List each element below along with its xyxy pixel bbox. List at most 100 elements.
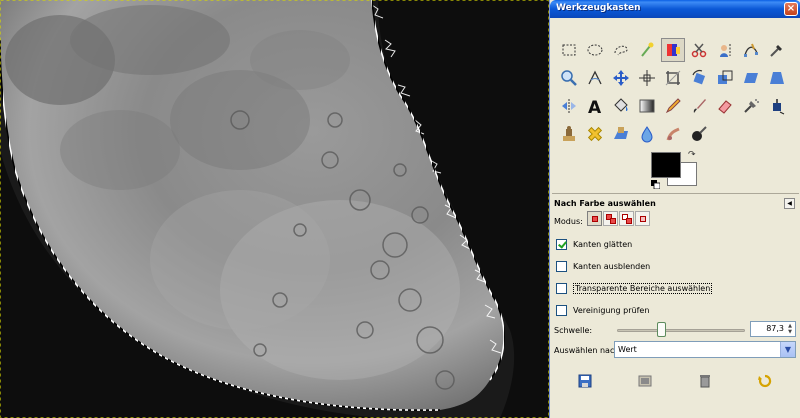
rotate-icon [692, 69, 706, 85]
options-menu-button[interactable]: ◀ [784, 198, 795, 209]
bucket-fill-icon [614, 98, 628, 112]
select-by-dropdown[interactable]: Wert ▼ [614, 341, 796, 358]
checkbox-row[interactable]: Vereinigung prüfen [556, 303, 649, 317]
eraser-icon [718, 100, 732, 114]
smudge-icon [666, 127, 680, 141]
tool-button-airbrush[interactable] [739, 94, 763, 118]
measure-icon [588, 70, 602, 85]
checkbox-row[interactable]: Kanten ausblenden [556, 259, 650, 273]
text-icon: A [588, 98, 602, 115]
svg-text:A: A [588, 98, 602, 115]
mode-subtract-button[interactable] [619, 211, 634, 226]
flip-icon [562, 99, 576, 113]
checkbox[interactable] [556, 260, 567, 272]
move-icon [613, 70, 629, 86]
tool-options-panel: Nach Farbe auswählen ◀ Modus: Kanten glä… [550, 193, 800, 418]
checkbox-label: Kanten glätten [573, 239, 633, 249]
delete-options-icon[interactable] [697, 373, 713, 389]
select-by-color-icon [667, 44, 680, 56]
checkbox-row[interactable]: Transparente Bereiche auswählen [556, 281, 713, 295]
mode-replace-button[interactable] [587, 211, 602, 226]
tool-button-shear[interactable] [739, 66, 763, 90]
options-bottom-bar [550, 365, 800, 418]
chevron-down-icon[interactable]: ▼ [780, 342, 795, 357]
tool-button-rect-select[interactable] [557, 38, 581, 62]
swap-colors-icon[interactable]: ↷ [688, 150, 698, 160]
align-icon [639, 70, 655, 86]
tool-button-dodge-burn[interactable] [687, 122, 711, 146]
foreground-select-icon [720, 44, 731, 57]
tool-button-rotate[interactable] [687, 66, 711, 90]
tool-button-bucket-fill[interactable] [609, 94, 633, 118]
tool-button-measure[interactable] [583, 66, 607, 90]
tool-button-free-select[interactable] [609, 38, 633, 62]
tool-button-foreground-select[interactable] [713, 38, 737, 62]
foreground-color-swatch[interactable] [651, 152, 681, 178]
threshold-label: Schwelle: [554, 326, 593, 335]
checkbox[interactable] [556, 304, 567, 316]
color-picker-icon [770, 45, 782, 57]
tool-button-crop[interactable] [661, 66, 685, 90]
tool-button-paintbrush[interactable] [687, 94, 711, 118]
tools-grid: A [557, 38, 793, 148]
tool-button-ellipse-select[interactable] [583, 38, 607, 62]
tool-button-text[interactable]: A [583, 94, 607, 118]
reset-options-icon[interactable] [757, 373, 773, 389]
blur-icon [641, 126, 653, 143]
toolbox-window: Werkzeugkasten × A ↷ Nach Farbe auswähle… [549, 0, 800, 418]
tool-button-blur[interactable] [635, 122, 659, 146]
window-title: Werkzeugkasten [556, 3, 641, 13]
perspective-clone-icon [614, 127, 628, 139]
scale-icon [718, 70, 733, 84]
threshold-slider-thumb[interactable] [656, 322, 666, 337]
divider [552, 193, 799, 194]
tool-button-eraser[interactable] [713, 94, 737, 118]
perspective-icon [770, 72, 784, 84]
mode-label: Modus: [554, 217, 583, 226]
free-select-icon [614, 45, 628, 56]
checkbox-row[interactable]: Kanten glätten [556, 237, 632, 251]
save-options-icon[interactable] [577, 373, 593, 389]
restore-options-icon[interactable] [637, 373, 653, 389]
tool-button-flip[interactable] [557, 94, 581, 118]
checkbox[interactable] [556, 238, 567, 250]
tool-button-perspective-clone[interactable] [609, 122, 633, 146]
checkbox[interactable] [556, 282, 567, 294]
select-by-label: Auswählen nach: [554, 346, 623, 355]
paths-icon [744, 43, 758, 57]
tool-button-smudge[interactable] [661, 122, 685, 146]
tool-button-clone[interactable] [557, 122, 581, 146]
tool-button-select-by-color[interactable] [661, 38, 685, 62]
threshold-value: 87,3 [766, 324, 784, 333]
dodge-burn-icon [692, 126, 707, 141]
tool-button-fuzzy-select[interactable] [635, 38, 659, 62]
airbrush-icon [744, 99, 759, 113]
close-button[interactable]: × [784, 2, 798, 16]
app-root: Werkzeugkasten × A ↷ Nach Farbe auswähle… [0, 0, 800, 418]
threshold-spinbox[interactable]: 87,3 ▲ ▼ [750, 321, 796, 337]
tool-button-align[interactable] [635, 66, 659, 90]
image-canvas[interactable] [0, 0, 549, 418]
title-bar[interactable]: Werkzeugkasten × [550, 0, 800, 18]
crop-icon [665, 70, 681, 86]
pencil-icon [665, 98, 681, 114]
tool-button-perspective[interactable] [765, 66, 789, 90]
tool-button-move[interactable] [609, 66, 633, 90]
shear-icon [744, 73, 758, 83]
tool-button-heal[interactable] [583, 122, 607, 146]
clone-icon [563, 126, 575, 141]
tool-options-title: Nach Farbe auswählen [554, 199, 656, 208]
tool-button-blend[interactable] [635, 94, 659, 118]
tool-button-scale[interactable] [713, 66, 737, 90]
tool-button-paths[interactable] [739, 38, 763, 62]
mode-intersect-button[interactable] [635, 211, 650, 226]
tool-button-zoom[interactable] [557, 66, 581, 90]
reset-colors-icon[interactable] [651, 180, 660, 189]
spin-arrows-icon[interactable]: ▲ ▼ [786, 323, 794, 335]
mode-add-button[interactable] [603, 211, 618, 226]
threshold-slider[interactable] [617, 329, 745, 332]
tool-button-ink[interactable] [765, 94, 789, 118]
tool-button-scissors-select[interactable] [687, 38, 711, 62]
tool-button-color-picker[interactable] [765, 38, 789, 62]
tool-button-pencil[interactable] [661, 94, 685, 118]
